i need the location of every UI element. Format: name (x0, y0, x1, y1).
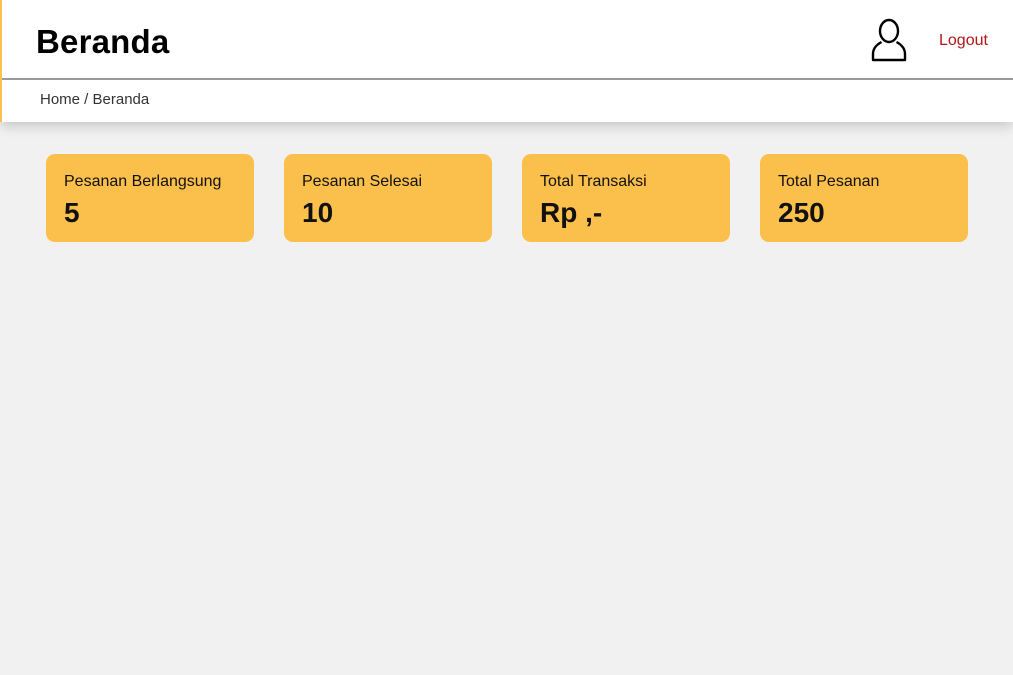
header: Beranda Logout Home / Beranda (0, 0, 1013, 122)
card-label: Total Transaksi (540, 173, 647, 190)
card-value: 10 (302, 197, 334, 228)
card-pesanan-berlangsung: Pesanan Berlangsung 5 (46, 154, 254, 242)
logout-link[interactable]: Logout (939, 31, 988, 51)
card-total-pesanan: Total Pesanan 250 (760, 154, 968, 242)
card-pesanan-selesai: Pesanan Selesai 10 (284, 154, 492, 242)
card-label: Pesanan Berlangsung (64, 173, 222, 190)
card-label: Total Pesanan (778, 173, 880, 190)
card-value: Rp ,- (540, 197, 603, 228)
summary-cards: Pesanan Berlangsung 5 Pesanan Selesai 10… (46, 154, 970, 242)
user-icon[interactable] (870, 18, 908, 62)
top-bar: Beranda Logout (2, 0, 1013, 80)
page-title: Beranda (36, 23, 170, 60)
card-value: 250 (778, 197, 825, 228)
card-label: Pesanan Selesai (302, 173, 423, 190)
breadcrumb: Home / Beranda (40, 91, 150, 108)
card-total-transaksi: Total Transaksi Rp ,- (522, 154, 730, 242)
card-value: 5 (64, 197, 80, 228)
